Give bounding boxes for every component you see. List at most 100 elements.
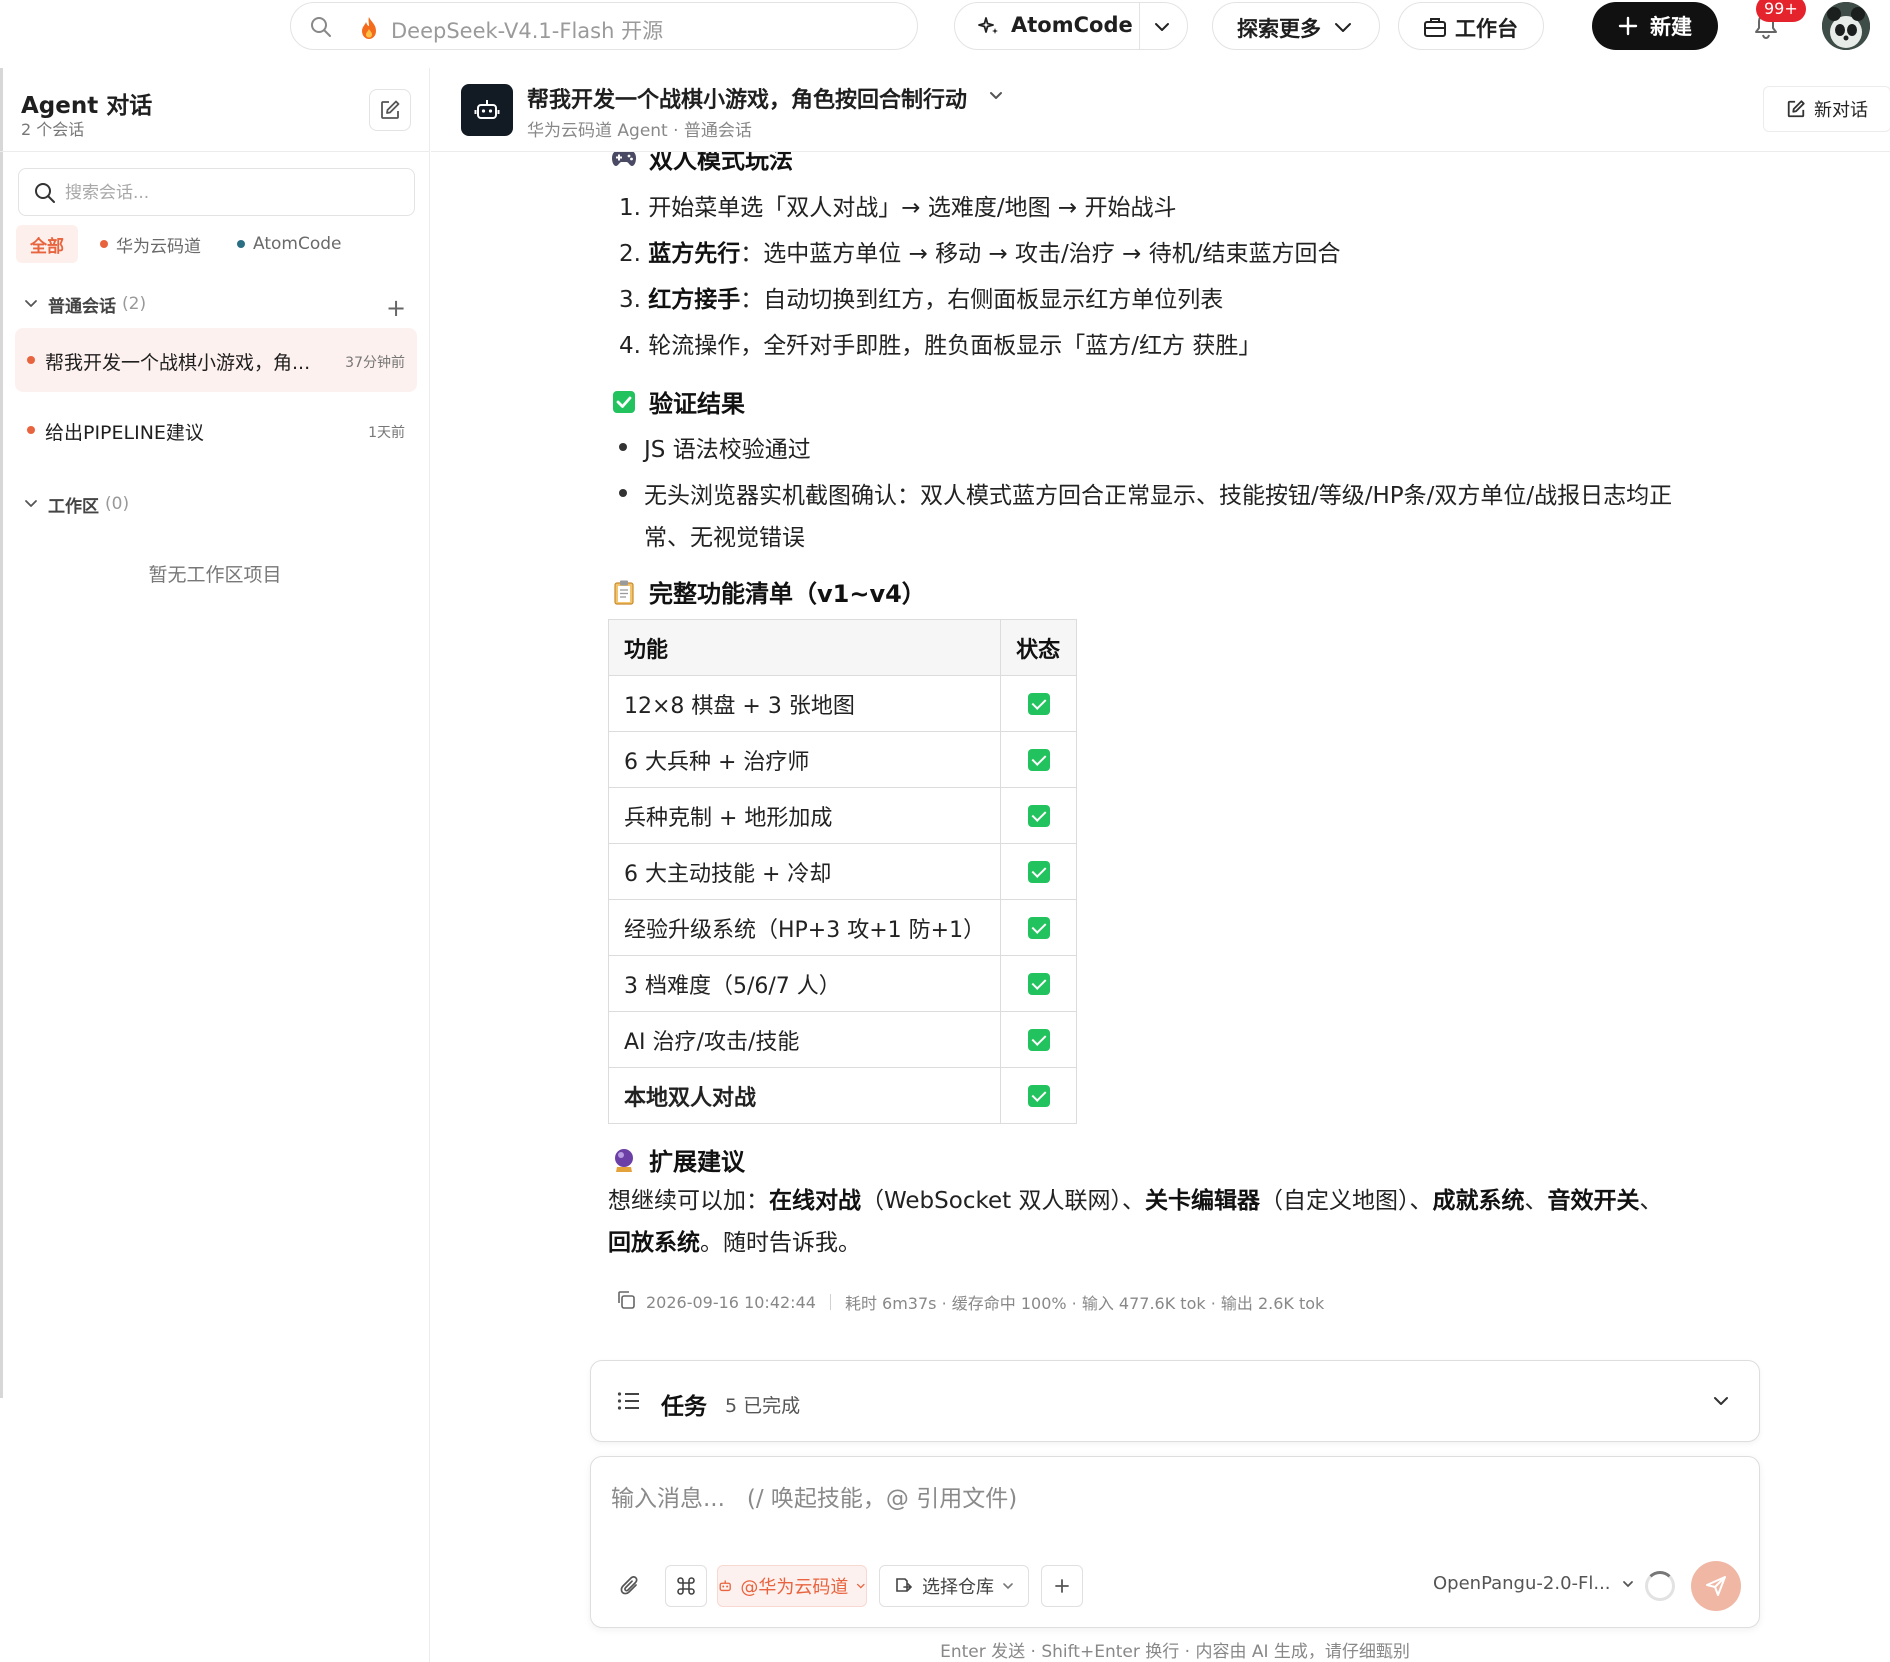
message-input[interactable] xyxy=(611,1479,1731,1519)
atomcode-dropdown[interactable]: AtomCode xyxy=(954,2,1188,50)
group-workspace-toggle[interactable]: 工作区 (0) xyxy=(24,490,129,518)
add-session-icon[interactable]: + xyxy=(386,294,406,322)
chat-header: 帮我开发一个战棋小游戏，角色按回合制行动 华为云码道 Agent · 普通会话 … xyxy=(431,68,1890,152)
status-cell xyxy=(1000,1067,1078,1124)
status-cell xyxy=(1000,843,1078,900)
add-context-button[interactable] xyxy=(1041,1565,1083,1607)
conversation-time: 37分钟前 xyxy=(345,355,405,371)
table-header-row: 功能 状态 xyxy=(607,619,1078,676)
list-text: JS 语法校验通过 xyxy=(644,437,811,463)
filter-label: AtomCode xyxy=(253,234,342,254)
conversation-title: 给出PIPELINE建议 xyxy=(45,422,204,444)
new-label: 新建 xyxy=(1650,15,1692,39)
conversation-title: 帮我开发一个战棋小游戏，角... xyxy=(45,352,311,374)
robot-icon xyxy=(461,84,513,136)
filter-atomcode[interactable]: AtomCode xyxy=(223,225,355,263)
check-icon xyxy=(1027,1029,1050,1051)
chevron-down-icon[interactable] xyxy=(1711,1391,1731,1415)
text-bold: 回放系统 xyxy=(608,1230,700,1256)
search-icon xyxy=(35,183,55,203)
explore-more-dropdown[interactable]: 探索更多 xyxy=(1212,2,1380,50)
new-session-button[interactable] xyxy=(369,89,411,131)
tasks-label: 任务 xyxy=(661,1394,707,1420)
text-run: 想继续可以加： xyxy=(608,1188,769,1214)
text-run: （自定义地图）、 xyxy=(1259,1188,1433,1214)
group-count: (2) xyxy=(122,294,147,314)
list-item: 4. 轮流操作，全歼对手即胜，胜负面板显示「蓝方/红方 获胜」 xyxy=(619,326,1261,360)
message-stats: 耗时 6m37s · 缓存命中 100% · 输入 477.6K tok · 输… xyxy=(844,1294,1325,1313)
workspace-empty-text: 暂无工作区项目 xyxy=(148,564,282,586)
top-bar: DeepSeek-V4.1-Flash 开源 AtomCode 探索更多 工作台… xyxy=(0,0,1890,68)
list-number: 2. xyxy=(619,241,641,267)
chevron-down-icon[interactable] xyxy=(987,86,1005,108)
send-button[interactable] xyxy=(1691,1561,1741,1611)
crystal-ball-icon xyxy=(611,1147,637,1173)
chevron-down-icon xyxy=(25,300,37,307)
edit-icon xyxy=(1787,100,1805,118)
text-bold: 音效开关 xyxy=(1547,1188,1640,1214)
sparkle-icon xyxy=(977,15,1001,39)
table-row: AI 治疗/攻击/技能 xyxy=(607,1011,1078,1068)
text-bold: 成就系统 xyxy=(1432,1188,1525,1214)
sidebar: Agent 对话 2 个会话 全部 华为云码道 AtomCode 普通会话 (2… xyxy=(0,68,430,1662)
attach-button[interactable] xyxy=(609,1565,651,1607)
filter-all[interactable]: 全部 xyxy=(16,225,78,263)
text-bold: 关卡编辑器 xyxy=(1144,1188,1260,1214)
status-dot xyxy=(27,426,35,434)
search-placeholder: DeepSeek-V4.1-Flash 开源 xyxy=(391,19,664,43)
section-title: 扩展建议 xyxy=(649,1148,745,1176)
feature-cell: AI 治疗/攻击/技能 xyxy=(607,1011,1002,1068)
new-button[interactable]: 新建 xyxy=(1592,2,1718,50)
copy-icon[interactable] xyxy=(616,1290,636,1314)
clipboard-icon xyxy=(611,579,637,605)
agent-selector[interactable]: @华为云码道 xyxy=(717,1565,867,1607)
table-row: 12×8 棋盘 + 3 张地图 xyxy=(607,675,1078,732)
check-icon xyxy=(1027,805,1050,827)
section-title: 完整功能清单（v1~v4） xyxy=(649,580,926,608)
status-dot xyxy=(237,240,245,248)
atomcode-label: AtomCode xyxy=(1011,13,1133,37)
feature-cell: 3 档难度（5/6/7 人） xyxy=(607,955,1002,1012)
session-search-input[interactable] xyxy=(65,180,395,206)
session-count: 2 个会话 xyxy=(21,120,85,139)
text-bold: 在线对战 xyxy=(769,1188,861,1214)
global-search[interactable]: DeepSeek-V4.1-Flash 开源 xyxy=(290,2,918,50)
message-timestamp: 2026-09-16 10:42:44 xyxy=(646,1292,816,1312)
conversation-time: 1天前 xyxy=(368,425,405,441)
filter-huawei[interactable]: 华为云码道 xyxy=(86,225,215,263)
extension-paragraph: 想继续可以加：在线对战（WebSocket 双人联网）、关卡编辑器（自定义地图）… xyxy=(608,1180,1748,1264)
column-header: 功能 xyxy=(607,619,1002,676)
table-row: 6 大兵种 + 治疗师 xyxy=(607,731,1078,788)
chevron-down-icon xyxy=(25,500,37,507)
message-composer: @华为云码道 选择仓库 OpenPangu-2.0-Fl... xyxy=(590,1456,1760,1628)
status-dot xyxy=(100,240,108,248)
command-button[interactable] xyxy=(665,1565,707,1607)
send-icon xyxy=(1706,1576,1726,1596)
group-normal-toggle[interactable]: 普通会话 (2) xyxy=(24,290,146,318)
tasks-panel[interactable]: 任务 5 已完成 xyxy=(590,1360,1760,1442)
command-icon xyxy=(677,1577,695,1595)
workbench-label: 工作台 xyxy=(1455,17,1518,41)
chevron-down-icon xyxy=(1622,1580,1633,1587)
conversation-item[interactable]: 给出PIPELINE建议 1天前 xyxy=(15,398,417,462)
sidebar-header: Agent 对话 2 个会话 xyxy=(0,68,429,152)
composer-hint: Enter 发送 · Shift+Enter 换行 · 内容由 AI 生成，请仔… xyxy=(940,1642,1410,1662)
workbench-button[interactable]: 工作台 xyxy=(1398,2,1544,50)
avatar[interactable] xyxy=(1822,2,1870,50)
check-icon xyxy=(1027,973,1050,995)
model-selector[interactable]: OpenPangu-2.0-Fl... xyxy=(1433,1573,1635,1594)
feature-cell: 12×8 棋盘 + 3 张地图 xyxy=(607,675,1002,732)
message-meta: 2026-09-16 10:42:44 耗时 6m37s · 缓存命中 100%… xyxy=(616,1290,1324,1314)
flame-icon xyxy=(359,16,379,44)
status-cell xyxy=(1000,675,1078,732)
conversation-item[interactable]: 帮我开发一个战棋小游戏，角... 37分钟前 xyxy=(15,328,417,392)
chevron-down-icon[interactable] xyxy=(1153,18,1171,36)
feature-table: 功能 状态 12×8 棋盘 + 3 张地图 6 大兵种 + 治疗师 兵种克制 +… xyxy=(607,619,1078,1124)
section-heading-verify: 验证结果 xyxy=(611,384,745,419)
sidebar-title: Agent 对话 xyxy=(21,93,153,119)
new-chat-button[interactable]: 新对话 xyxy=(1763,86,1890,132)
edit-icon xyxy=(381,100,400,119)
tasks-count: 5 已完成 xyxy=(725,1395,801,1417)
session-search[interactable] xyxy=(18,168,415,216)
repo-selector[interactable]: 选择仓库 xyxy=(879,1565,1029,1607)
